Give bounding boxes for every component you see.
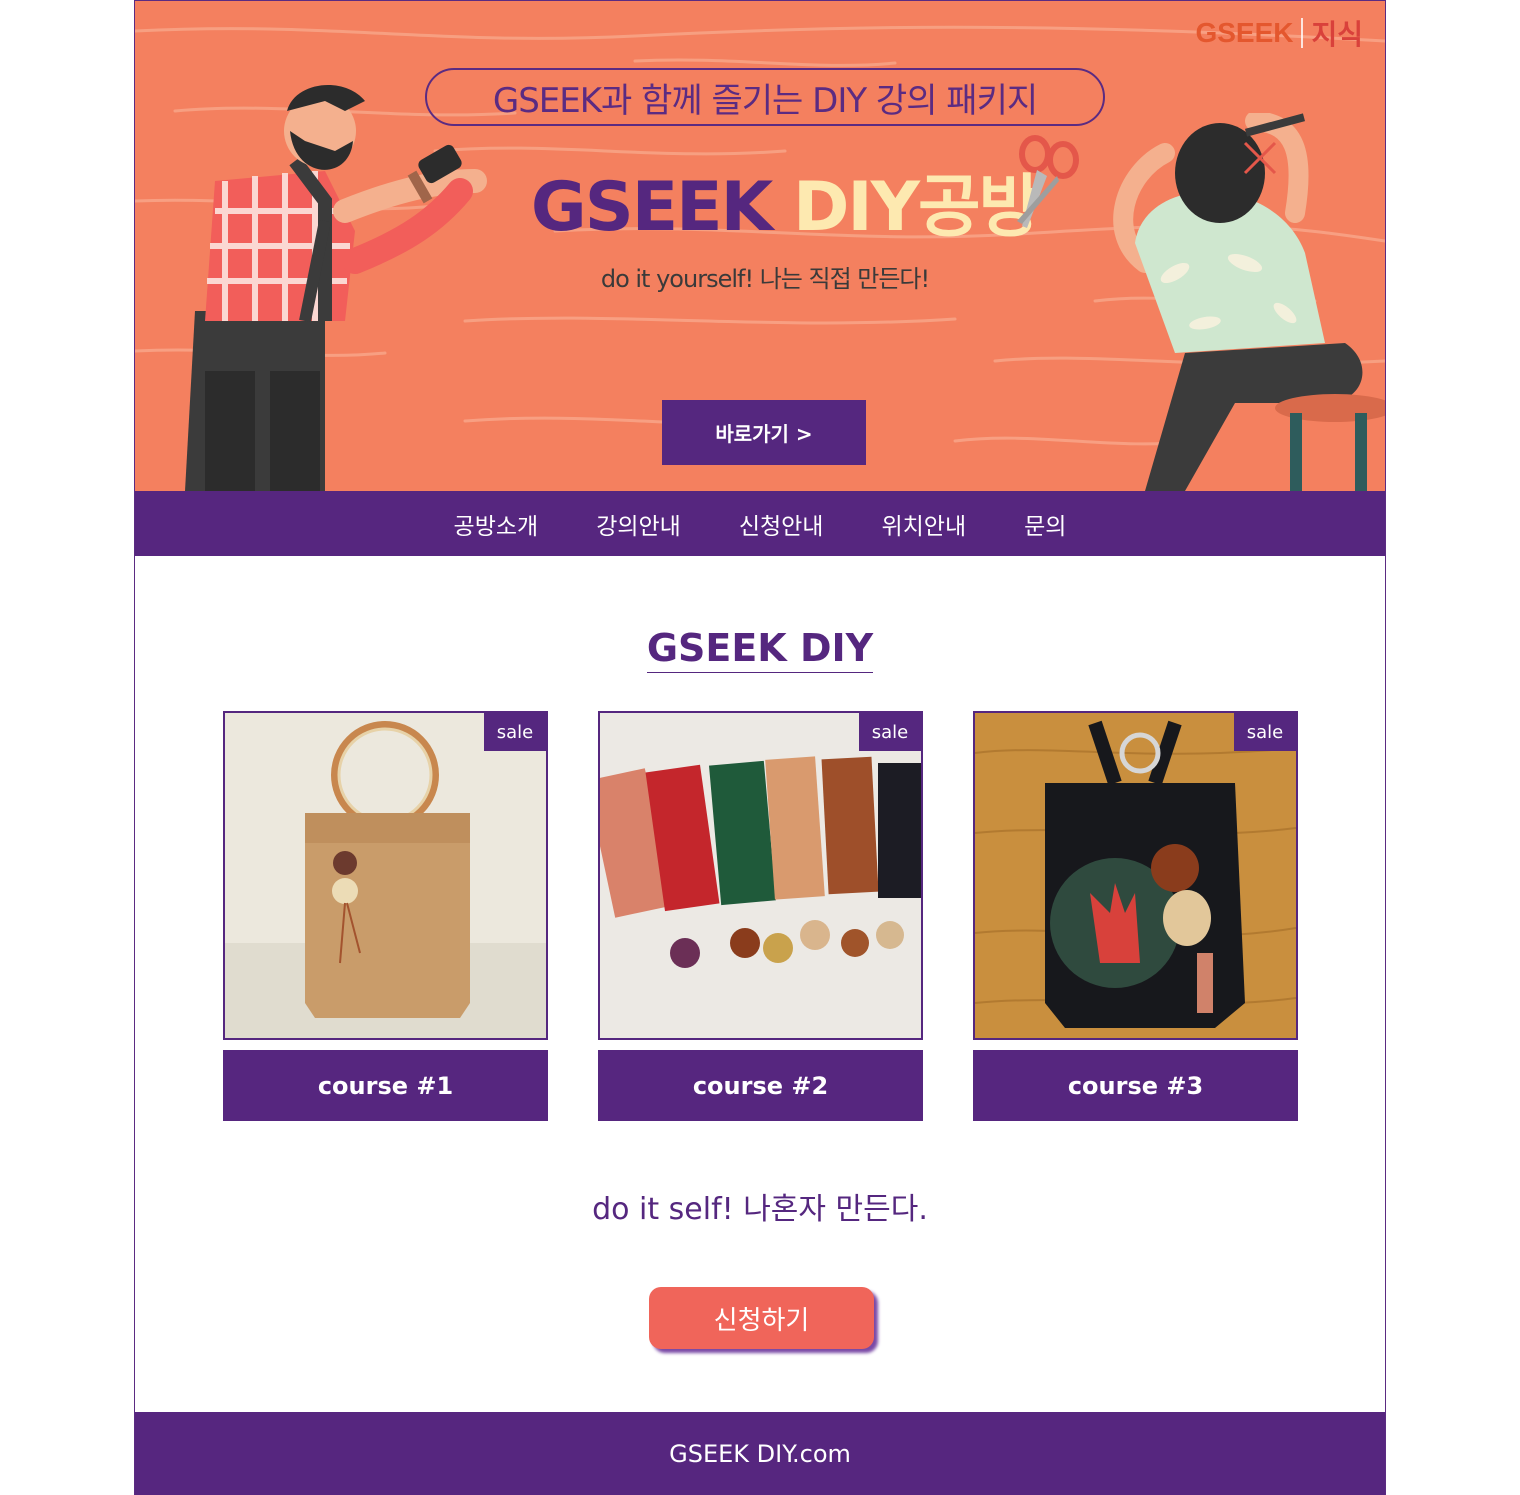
logo-text-jisik: 지식 [1311,19,1363,50]
main-nav: 공방소개 강의안내 신청안내 위치안내 문의 [135,491,1385,556]
hero-banner: GSEEK 지식 GSEEK과 함께 즐기는 DIY 강의 패키지 GSEEK … [135,1,1385,491]
footer: GSEEK DIY.com [135,1412,1385,1495]
gseek-logo[interactable]: GSEEK 지식 [1195,15,1363,51]
leather-key-cases-image [600,713,921,1038]
craftsman-illustration [185,84,487,491]
footer-text: GSEEK DIY.com [669,1440,851,1468]
nav-item-location[interactable]: 위치안내 [881,507,966,541]
sale-badge: sale [1234,713,1296,751]
course-3-image[interactable]: sale [973,711,1298,1040]
logo-divider [1301,18,1304,48]
tagline: do it self! 나혼자 만든다. [592,1192,928,1227]
course-1-button[interactable]: course #1 [223,1050,548,1121]
hero-subtitle: do it yourself! 나는 직접 만든다! [600,265,930,293]
page-frame: GSEEK 지식 GSEEK과 함께 즐기는 DIY 강의 패키지 GSEEK … [134,0,1386,1495]
course-2-button[interactable]: course #2 [598,1050,923,1121]
nav-item-inquiry[interactable]: 문의 [1024,507,1066,541]
course-card-2[interactable]: sale course #2 [598,711,923,1121]
course-1-image[interactable]: sale [223,711,548,1040]
section-title: GSEEK DIY [135,626,1385,673]
go-button[interactable]: 바로가기 > [662,400,866,465]
tan-leather-tote-bag-image [225,713,546,1038]
nav-item-application-info[interactable]: 신청안내 [739,507,824,541]
sale-badge: sale [859,713,921,751]
course-card-3[interactable]: sale course #3 [973,711,1298,1121]
course-card-1[interactable]: sale course #1 [223,711,548,1121]
hero-title-gseek: GSEEK [530,168,773,247]
logo-text-gseek: GSEEK [1195,17,1294,48]
nav-item-course-info[interactable]: 강의안내 [596,507,681,541]
course-2-image[interactable]: sale [598,711,923,1040]
hero-title: GSEEK DIY공방 [515,151,1055,250]
section-title-text: GSEEK DIY [646,626,874,673]
crafter-woman-illustration [1113,113,1385,491]
black-bucket-bag-image [975,713,1296,1038]
nav-item-workshop-intro[interactable]: 공방소개 [454,507,539,541]
apply-button[interactable]: 신청하기 [649,1287,874,1349]
sale-badge: sale [484,713,546,751]
course-3-button[interactable]: course #3 [973,1050,1298,1121]
